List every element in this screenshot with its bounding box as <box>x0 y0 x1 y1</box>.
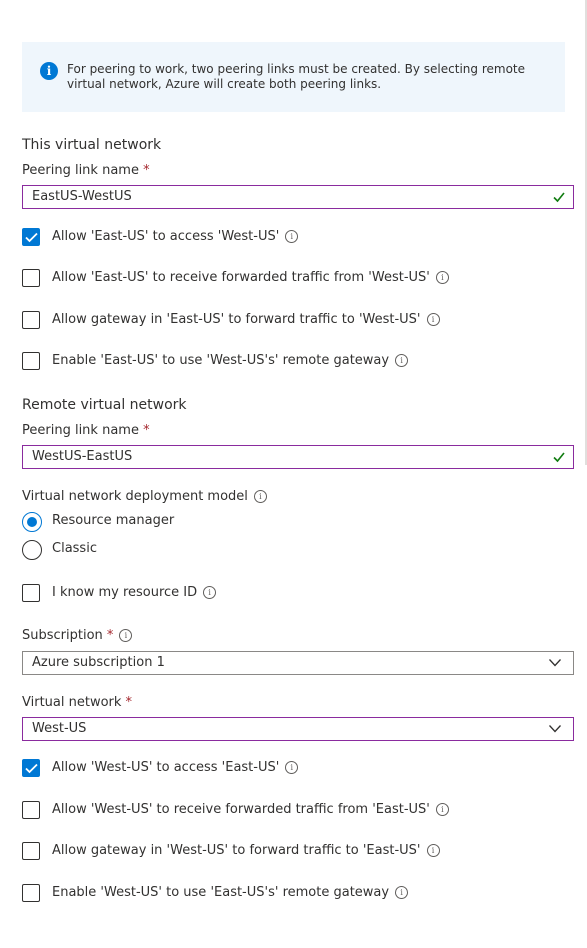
checkbox[interactable] <box>22 884 40 902</box>
info-icon[interactable]: i <box>435 271 449 284</box>
subscription-value: Azure subscription 1 <box>32 655 165 670</box>
info-banner-text: For peering to work, two peering links m… <box>67 62 525 91</box>
checkmark-icon <box>25 763 38 774</box>
info-icon[interactable]: i <box>395 886 409 899</box>
remote-network-section-title: Remote virtual network <box>22 397 187 413</box>
subscription-label: Subscription * i <box>22 628 133 643</box>
required-mark: * <box>106 628 114 643</box>
checkbox-label: Allow 'West-US' to receive forwarded tra… <box>52 802 449 817</box>
radio-button-selected[interactable] <box>22 512 42 532</box>
chevron-down-icon <box>549 725 561 733</box>
checkbox[interactable] <box>22 352 40 370</box>
info-icon[interactable]: i <box>395 354 409 367</box>
this-network-section-title: This virtual network <box>22 137 162 153</box>
virtual-network-value: West-US <box>32 721 87 736</box>
required-mark: * <box>143 423 150 438</box>
info-icon[interactable]: i <box>285 761 299 774</box>
this-peering-link-value: EastUS-WestUS <box>32 189 132 204</box>
this-peering-link-input[interactable]: EastUS-WestUS <box>22 185 574 209</box>
virtual-network-dropdown[interactable]: West-US <box>22 717 574 741</box>
chevron-down-icon <box>549 659 561 667</box>
info-icon[interactable]: i <box>435 803 449 816</box>
checkbox[interactable] <box>22 311 40 329</box>
info-icon: i <box>40 62 58 80</box>
checkbox-label: Enable 'East-US' to use 'West-US's' remo… <box>52 353 409 368</box>
info-icon[interactable]: i <box>253 490 267 503</box>
info-banner: i For peering to work, two peering links… <box>22 42 565 112</box>
required-mark: * <box>125 695 133 710</box>
remote-peering-link-value: WestUS-EastUS <box>32 449 133 464</box>
valid-checkmark-icon <box>553 192 565 203</box>
radio-button[interactable] <box>22 540 42 560</box>
info-icon[interactable]: i <box>285 230 299 243</box>
checkbox-label: Allow 'East-US' to receive forwarded tra… <box>52 270 449 285</box>
checkbox[interactable] <box>22 584 40 602</box>
info-icon[interactable]: i <box>426 313 440 326</box>
checkbox[interactable] <box>22 269 40 287</box>
this-peering-link-label: Peering link name * <box>22 163 150 178</box>
checkbox-label: Enable 'West-US' to use 'East-US's' remo… <box>52 885 409 900</box>
virtual-network-label: Virtual network * <box>22 695 133 710</box>
radio-label: Resource manager <box>52 513 175 528</box>
checkbox-checked[interactable] <box>22 228 40 246</box>
deployment-model-label: Virtual network deployment model i <box>22 489 267 504</box>
valid-checkmark-icon <box>553 452 565 463</box>
info-icon[interactable]: i <box>119 629 133 642</box>
checkbox-label: Allow 'West-US' to access 'East-US' i <box>52 760 299 775</box>
checkmark-icon <box>25 232 38 243</box>
radio-label: Classic <box>52 541 97 556</box>
info-icon[interactable]: i <box>426 844 440 857</box>
subscription-dropdown[interactable]: Azure subscription 1 <box>22 651 574 675</box>
remote-peering-link-input[interactable]: WestUS-EastUS <box>22 445 574 469</box>
checkbox-label: Allow gateway in 'West-US' to forward tr… <box>52 843 440 858</box>
checkbox-label: I know my resource ID i <box>52 585 217 600</box>
checkbox-checked[interactable] <box>22 759 40 777</box>
info-icon[interactable]: i <box>203 586 217 599</box>
required-mark: * <box>143 163 150 178</box>
checkbox[interactable] <box>22 842 40 860</box>
remote-peering-link-label: Peering link name * <box>22 423 150 438</box>
checkbox[interactable] <box>22 801 40 819</box>
checkbox-label: Allow 'East-US' to access 'West-US' i <box>52 229 299 244</box>
checkbox-label: Allow gateway in 'East-US' to forward tr… <box>52 312 440 327</box>
